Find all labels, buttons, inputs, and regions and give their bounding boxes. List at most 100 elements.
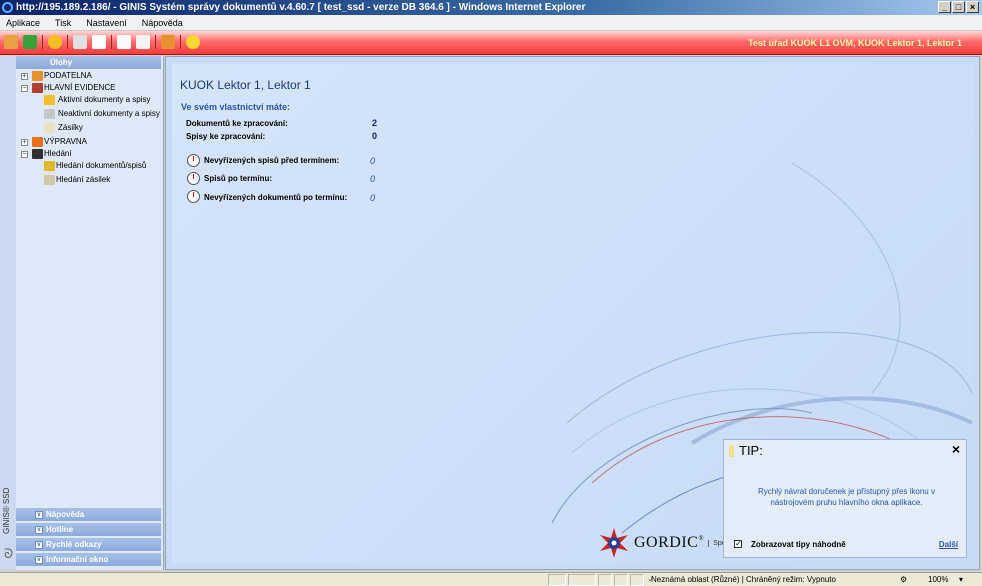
stat-label: Dokumentů ke zpracování: bbox=[186, 119, 288, 128]
tip-title: TIP: bbox=[739, 443, 763, 458]
status-cell bbox=[568, 574, 596, 586]
left-panel: GINIS® SSD ᘐ Úlohy + PODATELNA − HLAVNÍ … bbox=[0, 56, 164, 570]
chevron-down-icon[interactable]: ▾ bbox=[959, 573, 963, 586]
collapse-icon[interactable]: − bbox=[21, 151, 28, 158]
tree-item-podatelna[interactable]: + PODATELNA bbox=[16, 70, 162, 82]
window-title-bar: http://195.189.2.186/ - GINIS Systém spr… bbox=[0, 0, 982, 15]
menu-aplikace[interactable]: Aplikace bbox=[6, 15, 40, 30]
tree-item-vypravna[interactable]: + VÝPRAVNA bbox=[16, 136, 162, 148]
expand-icon[interactable]: + bbox=[21, 139, 28, 146]
tree-item-zasilky[interactable]: Zásilky bbox=[16, 122, 162, 136]
close-icon[interactable]: × bbox=[952, 441, 960, 457]
menu-tisk[interactable]: Tisk bbox=[55, 15, 71, 30]
main-toolbar: Test úřad KUOK L1 OVM, KUOK Lektor 1, Le… bbox=[0, 31, 982, 55]
clock-icon bbox=[187, 154, 200, 167]
folder-gray-icon bbox=[44, 109, 55, 119]
tip-text: Rychlý návrat doručenek je přístupný pře… bbox=[758, 487, 935, 507]
expand-icon[interactable]: + bbox=[21, 73, 28, 80]
tree-item-aktivni[interactable]: Aktivní dokumenty a spisy bbox=[16, 94, 162, 108]
gordic-hook-icon: ᘐ bbox=[4, 546, 14, 561]
minimize-button[interactable]: _ bbox=[938, 1, 951, 13]
chevron-down-icon: ∨ bbox=[35, 541, 43, 549]
security-icon[interactable]: ⚙ bbox=[900, 573, 907, 586]
refresh-icon[interactable] bbox=[73, 35, 87, 49]
chevron-down-icon: ∨ bbox=[35, 556, 43, 564]
random-tips-checkbox[interactable]: ✓ bbox=[734, 540, 742, 548]
organization-user-label: Test úřad KUOK L1 OVM, KUOK Lektor 1, Le… bbox=[748, 38, 962, 48]
window-controls: _ □ × bbox=[938, 1, 979, 13]
status-bar: ✓ Neznámá oblast (Různé) | Chráněný reži… bbox=[0, 572, 982, 586]
close-window-button[interactable]: × bbox=[966, 1, 979, 13]
gordic-star-icon bbox=[600, 528, 628, 558]
page-title: KUOK Lektor 1, Lektor 1 bbox=[180, 78, 311, 92]
collapse-icon[interactable]: − bbox=[21, 85, 28, 92]
deadline-label: Nevyřízených spisů před termínem: bbox=[204, 156, 340, 165]
accordion-hotline[interactable]: ∨ Hotline bbox=[16, 523, 161, 536]
menu-napoveda[interactable]: Nápověda bbox=[142, 15, 183, 30]
gordic-logo: GORDIC® Spe bbox=[598, 527, 726, 559]
deadline-label: Nevyřízených dokumentů po termínu: bbox=[204, 193, 348, 202]
clock-overdue-icon bbox=[187, 172, 200, 185]
book-icon bbox=[32, 83, 43, 93]
random-tips-label[interactable]: Zobrazovat tipy náhodně bbox=[751, 540, 846, 549]
logo-name: GORDIC® bbox=[634, 534, 705, 551]
stat-value[interactable]: 0 bbox=[372, 131, 377, 141]
user-icon[interactable] bbox=[4, 35, 18, 49]
info-icon[interactable] bbox=[48, 35, 62, 49]
accordion-rychle-odkazy[interactable]: ∨ Rychlé odkazy bbox=[16, 538, 161, 551]
status-cell bbox=[548, 574, 566, 586]
deadline-value[interactable]: 0 bbox=[370, 174, 375, 184]
binoculars-icon bbox=[32, 149, 43, 159]
tree-item-hledani-dokumentu[interactable]: Hledání dokumentů/spisů bbox=[16, 160, 162, 174]
stat-value[interactable]: 2 bbox=[372, 118, 377, 128]
window-title: http://195.189.2.186/ - GINIS Systém spr… bbox=[16, 2, 586, 13]
tree-item-hlavni-evidence[interactable]: − HLAVNÍ EVIDENCE bbox=[16, 82, 162, 94]
search-documents-icon bbox=[44, 161, 55, 171]
stat-label: Spisy ke zpracování: bbox=[186, 132, 266, 141]
envelope-icon bbox=[44, 123, 55, 133]
status-cell bbox=[598, 574, 612, 586]
exit-icon[interactable] bbox=[23, 35, 37, 49]
document-icon[interactable] bbox=[136, 35, 150, 49]
tasks-header: Úlohy bbox=[16, 56, 161, 69]
tree-item-neaktivni[interactable]: Neaktivní dokumenty a spisy bbox=[16, 108, 162, 122]
status-cell bbox=[630, 574, 644, 586]
dispatch-icon bbox=[32, 137, 43, 147]
clock-overdue-icon bbox=[187, 190, 200, 203]
ownership-subhead: Ve svém vlastnictví máte: bbox=[181, 102, 291, 112]
brand-label: GINIS® SSD bbox=[2, 487, 11, 534]
lightbulb-icon bbox=[729, 445, 734, 457]
find-icon[interactable] bbox=[92, 35, 106, 49]
toolbar-separator bbox=[67, 35, 68, 49]
menu-bar: Aplikace Tisk Nastavení Nápověda bbox=[0, 15, 982, 31]
folder-icon bbox=[44, 95, 55, 105]
favorites-icon[interactable] bbox=[186, 35, 200, 49]
toolbar-separator bbox=[155, 35, 156, 49]
deadline-label: Spisů po termínu: bbox=[204, 174, 272, 183]
tip-panel: TIP: × Rychlý návrat doručenek je přístu… bbox=[723, 439, 967, 558]
side-brand-strip: GINIS® SSD ᘐ bbox=[0, 56, 16, 570]
toolbar-separator bbox=[180, 35, 181, 49]
status-cell bbox=[614, 574, 628, 586]
maximize-button[interactable]: □ bbox=[952, 1, 965, 13]
tree-item-hledani[interactable]: − Hledání bbox=[16, 148, 162, 160]
search-parcels-icon bbox=[44, 175, 55, 185]
import-icon[interactable] bbox=[161, 35, 175, 49]
task-tree: + PODATELNA − HLAVNÍ EVIDENCE Aktivní do… bbox=[16, 70, 162, 188]
internet-explorer-icon bbox=[2, 2, 13, 13]
accordion-informacni-okno[interactable]: ∨ Informační okno bbox=[16, 553, 161, 566]
new-document-icon[interactable] bbox=[117, 35, 131, 49]
zoom-level[interactable]: 100% bbox=[928, 573, 948, 586]
security-zone-text: Neznámá oblast (Různé) | Chráněný režim:… bbox=[651, 575, 836, 584]
menu-nastaveni[interactable]: Nastavení bbox=[86, 15, 127, 30]
chevron-down-icon: ∨ bbox=[35, 511, 43, 519]
toolbar-separator bbox=[111, 35, 112, 49]
next-tip-link[interactable]: Další bbox=[939, 540, 958, 549]
chevron-down-icon: ∨ bbox=[35, 526, 43, 534]
deadline-value[interactable]: 0 bbox=[370, 193, 375, 203]
accordion-napoveda[interactable]: ∨ Nápověda bbox=[16, 508, 161, 521]
deadline-value[interactable]: 0 bbox=[370, 156, 375, 166]
mailbox-icon bbox=[32, 71, 43, 81]
tree-item-hledani-zasilek[interactable]: Hledání zásilek bbox=[16, 174, 162, 188]
toolbar-separator bbox=[42, 35, 43, 49]
